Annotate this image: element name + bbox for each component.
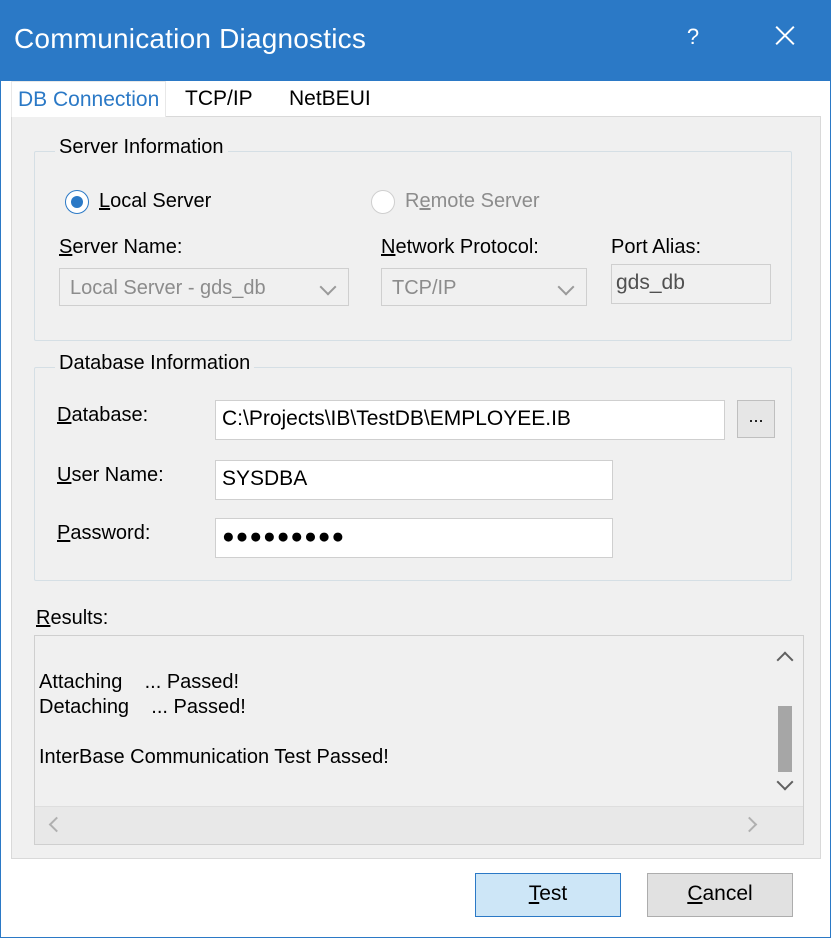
scrollbar-thumb[interactable] [778,706,792,772]
network-protocol-label: Network Protocol: [381,236,539,258]
tab-strip: DB Connection TCP/IP NetBEUI [11,81,821,117]
password-label: Password: [57,522,151,544]
remote-server-label[interactable]: Remote Server [405,190,540,213]
vertical-scrollbar[interactable] [769,636,803,804]
server-information-legend: Server Information [55,136,228,159]
communication-diagnostics-dialog: Communication Diagnostics ? DB Connectio… [0,0,831,938]
test-button[interactable]: Test [475,873,621,917]
cancel-button[interactable]: Cancel [647,873,793,917]
db-connection-panel: Server Information Local Server Remote S… [11,117,821,859]
database-label: Database: [57,404,149,426]
password-field[interactable]: ●●●●●●●●● [215,518,613,558]
chevron-down-icon [319,278,337,296]
scroll-right-icon[interactable] [741,816,758,833]
results-label: Results: [36,607,109,629]
local-server-label[interactable]: Local Server [99,190,211,213]
browse-button[interactable]: ... [737,400,775,438]
dialog-title: Communication Diagnostics [14,23,367,54]
tab-netbeui[interactable]: NetBEUI [283,81,377,117]
server-name-label: Server Name: [59,236,183,258]
network-protocol-value: TCP/IP [392,277,457,299]
results-output: Attaching ... Passed! Detaching ... Pass… [39,671,389,768]
close-icon[interactable] [765,19,805,59]
server-name-select[interactable]: Local Server - gds_db [59,268,349,306]
port-alias-label: Port Alias: [611,236,702,258]
results-text-area[interactable]: Attaching ... Passed! Detaching ... Pass… [34,635,804,845]
help-button[interactable]: ? [675,19,711,55]
tab-tcp-ip[interactable]: TCP/IP [179,81,259,117]
port-alias-field[interactable]: gds_db [611,264,771,304]
database-information-group: Database Information Database: C:\Projec… [34,352,792,581]
scroll-up-icon[interactable] [776,651,794,669]
database-path-field[interactable]: C:\Projects\IB\TestDB\EMPLOYEE.IB [215,400,725,440]
scroll-down-icon[interactable] [776,773,794,791]
tab-db-connection[interactable]: DB Connection [11,81,167,117]
server-information-group: Server Information Local Server Remote S… [34,136,792,341]
user-name-field[interactable]: SYSDBA [215,460,613,500]
dialog-footer: Test Cancel [1,859,830,937]
local-server-radio[interactable] [65,190,89,214]
server-name-value: Local Server - gds_db [70,277,266,299]
network-protocol-select[interactable]: TCP/IP [381,268,587,306]
scroll-left-icon[interactable] [48,816,65,833]
title-bar[interactable]: Communication Diagnostics ? [1,1,830,81]
user-name-label: User Name: [57,464,164,486]
remote-server-radio[interactable] [371,190,395,214]
database-information-legend: Database Information [55,352,255,375]
horizontal-scrollbar[interactable] [35,806,803,844]
chevron-down-icon [557,278,575,296]
